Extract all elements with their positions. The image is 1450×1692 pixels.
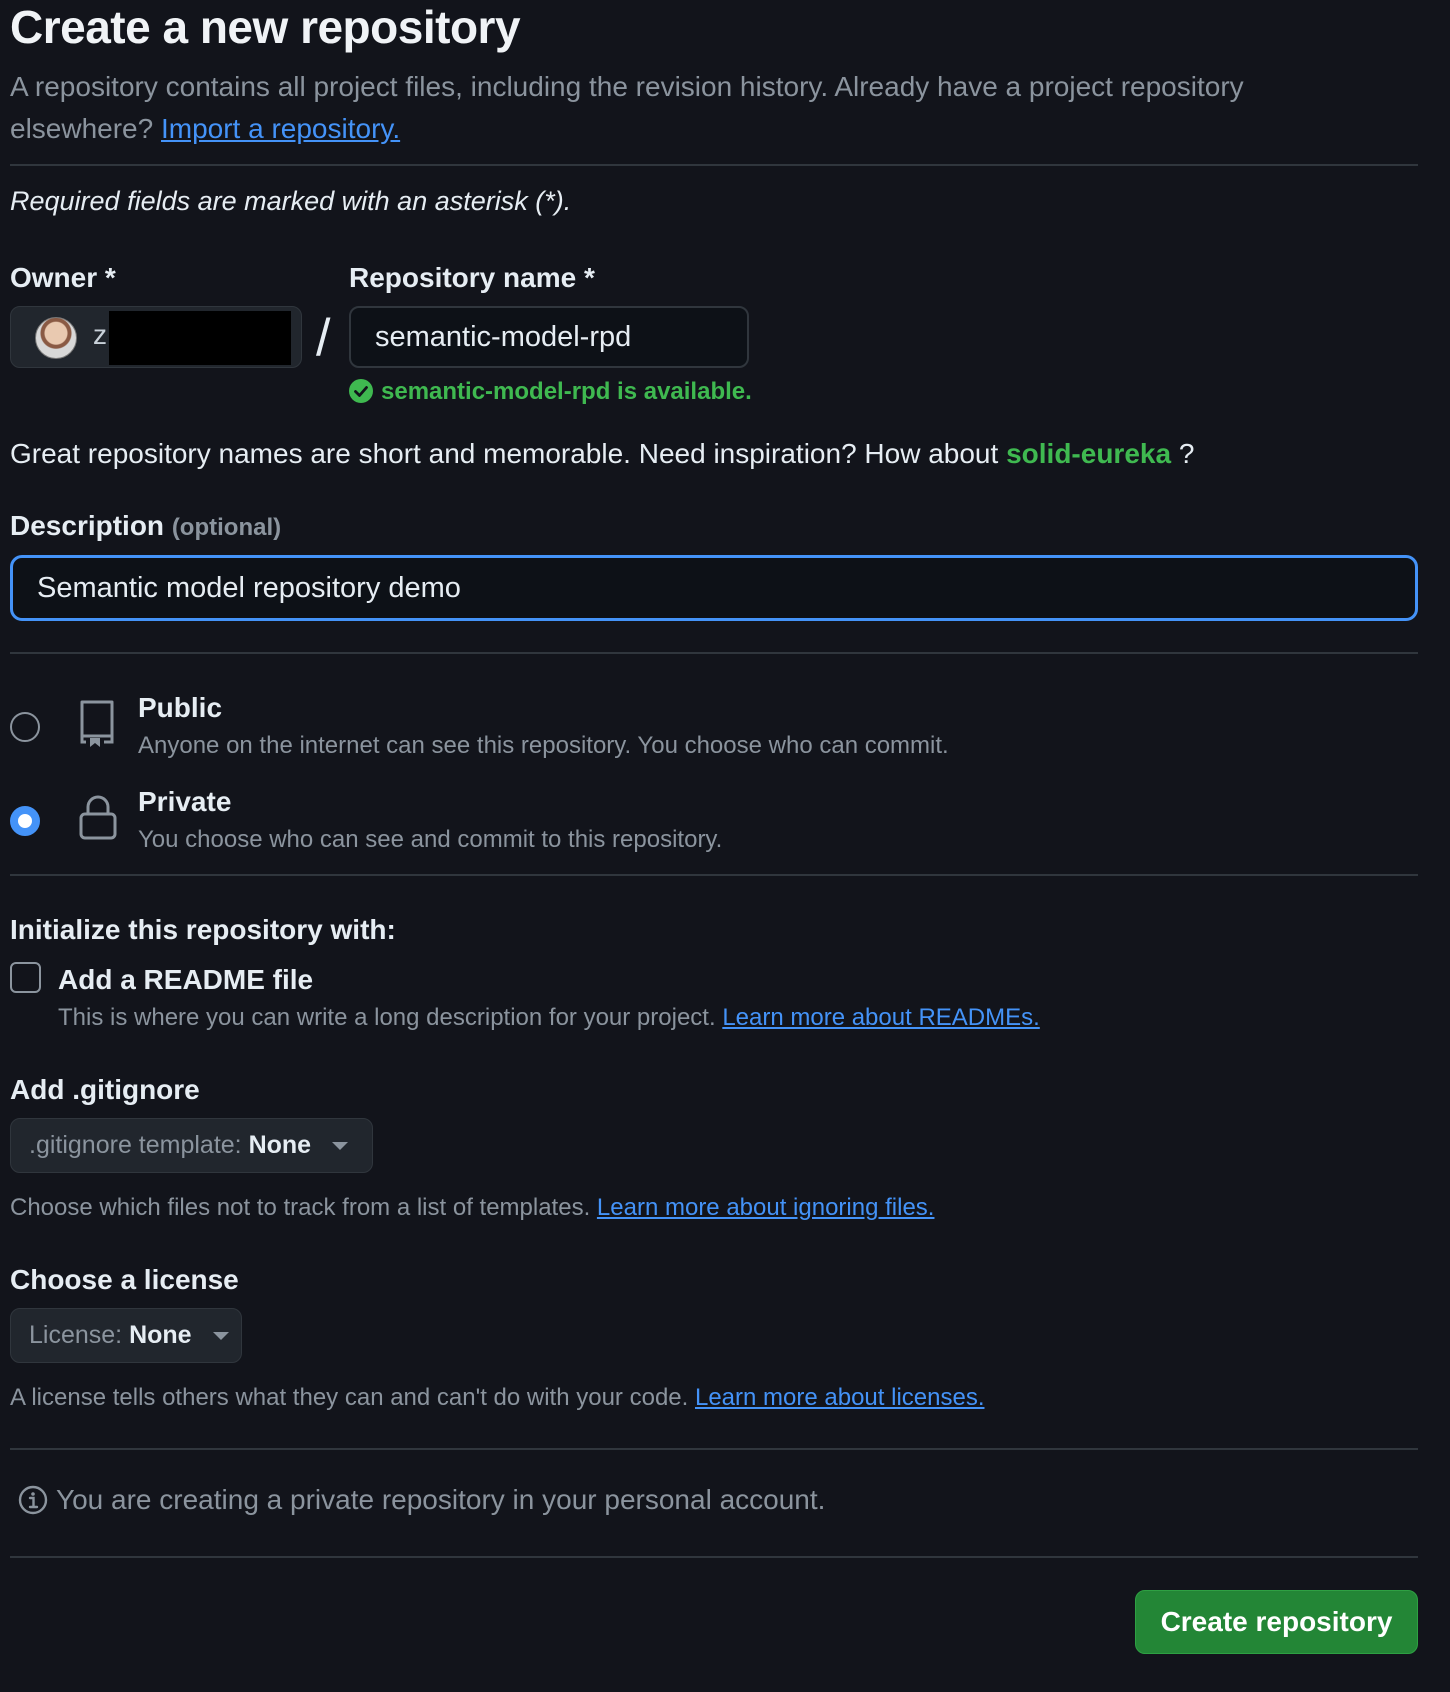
license-select-prefix: License: <box>29 1321 123 1349</box>
license-select-value: None <box>129 1321 192 1349</box>
private-repo-notice: You are creating a private repository in… <box>18 1484 825 1516</box>
gitignore-description-text: Choose which files not to track from a l… <box>10 1194 591 1221</box>
required-fields-note: Required fields are marked with an aster… <box>10 186 572 216</box>
public-title: Public <box>138 692 223 723</box>
page-title: Create a new repository <box>10 1 521 53</box>
availability-message: semantic-model-rpd is available. <box>349 378 752 406</box>
readme-checkbox[interactable] <box>10 962 41 993</box>
readme-description-text: This is where you can write a long descr… <box>58 1004 716 1031</box>
owner-label: Owner * <box>10 262 116 293</box>
owner-name: z <box>93 319 107 350</box>
caret-down-icon <box>332 1142 349 1150</box>
availability-text: semantic-model-rpd is available. <box>381 378 752 405</box>
owner-select[interactable]: z <box>10 306 302 368</box>
owner-name-redaction <box>109 311 291 365</box>
license-description-text: A license tells others what they can and… <box>10 1384 689 1411</box>
create-repository-button[interactable]: Create repository <box>1135 1590 1418 1654</box>
description-label: Description (optional) <box>10 510 281 542</box>
license-select[interactable]: License: None <box>10 1308 242 1363</box>
caret-down-icon <box>212 1332 229 1340</box>
notice-text: You are creating a private repository in… <box>56 1484 826 1515</box>
check-circle-icon <box>349 379 373 403</box>
initialize-heading: Initialize this repository with: <box>10 914 396 945</box>
readme-label: Add a README file <box>58 964 314 995</box>
public-description: Anyone on the internet can see this repo… <box>138 732 949 759</box>
gitignore-description: Choose which files not to track from a l… <box>10 1194 934 1222</box>
repo-name-label: Repository name * <box>349 262 595 293</box>
repository-name-input[interactable]: semantic-model-rpd <box>349 306 749 368</box>
optional-tag: (optional) <box>171 514 282 541</box>
private-title: Private <box>138 786 232 817</box>
private-radio[interactable] <box>10 806 40 836</box>
divider <box>10 1448 1418 1450</box>
avatar <box>35 317 77 359</box>
lock-icon <box>79 795 117 840</box>
license-learn-more-link[interactable]: Learn more about licenses. <box>695 1384 985 1411</box>
divider <box>10 652 1418 654</box>
gitignore-select-prefix: .gitignore template: <box>29 1131 242 1159</box>
intro-text: A repository contains all project files,… <box>10 66 1370 150</box>
divider <box>10 1556 1418 1558</box>
description-label-text: Description <box>10 510 165 541</box>
inspiration-suffix: ? <box>1178 438 1195 469</box>
suggested-name-link[interactable]: solid-eureka <box>1006 438 1171 469</box>
public-radio[interactable] <box>10 712 40 742</box>
gitignore-select-value: None <box>248 1131 312 1159</box>
inspiration-text: Great repository names are short and mem… <box>10 438 999 469</box>
divider <box>10 164 1418 166</box>
name-inspiration: Great repository names are short and mem… <box>10 438 1194 470</box>
readme-description: This is where you can write a long descr… <box>58 1004 1040 1032</box>
divider <box>10 874 1418 876</box>
repo-icon <box>80 700 114 747</box>
gitignore-learn-more-link[interactable]: Learn more about ignoring files. <box>597 1194 935 1221</box>
gitignore-template-select[interactable]: .gitignore template: None <box>10 1118 373 1173</box>
private-description: You choose who can see and commit to thi… <box>138 826 723 853</box>
owner-repo-separator: / <box>316 309 331 367</box>
description-input[interactable]: Semantic model repository demo <box>10 555 1418 621</box>
license-heading: Choose a license <box>10 1264 239 1295</box>
license-description: A license tells others what they can and… <box>10 1384 984 1412</box>
gitignore-heading: Add .gitignore <box>10 1074 200 1105</box>
create-repo-page: Create a new repository A repository con… <box>0 0 1450 1692</box>
info-icon <box>18 1485 48 1515</box>
readme-learn-more-link[interactable]: Learn more about READMEs. <box>722 1004 1039 1031</box>
import-repository-link[interactable]: Import a repository. <box>161 113 400 144</box>
